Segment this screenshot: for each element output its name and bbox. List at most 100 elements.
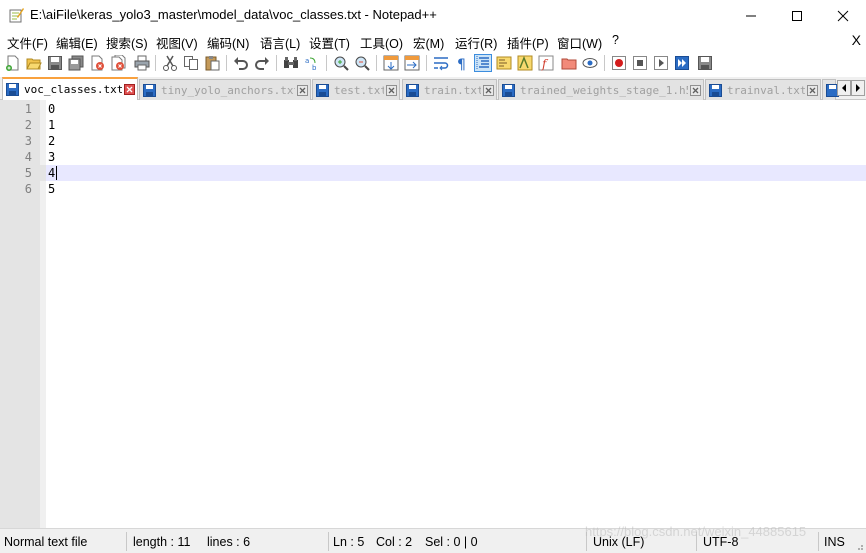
line-text[interactable]: 5 [48,181,55,197]
resize-grip-icon[interactable] [854,541,864,551]
save-button[interactable] [46,54,64,72]
zoom-in-button[interactable] [332,54,350,72]
tab-close-icon[interactable] [807,84,818,96]
minimize-button[interactable] [728,0,774,31]
run-macro-multiple-button[interactable] [673,54,691,72]
status-eol[interactable]: Unix (LF) [593,535,644,549]
save-all-icon [68,55,84,71]
close-window-button[interactable] [820,0,866,31]
document-saved-icon [6,83,19,96]
menu-edit[interactable]: 编辑(E) [56,33,98,52]
notepad-plus-plus-icon [9,8,24,23]
menu-encoding[interactable]: 编码(N) [207,33,249,52]
tab-scroll-left-button[interactable] [837,80,851,96]
tab-voc-classes[interactable]: voc_classes.txt [2,77,138,100]
line-text[interactable]: 0 [48,101,55,117]
svg-text:b: b [312,64,317,71]
zoom-out-button[interactable] [353,54,371,72]
tab-close-icon[interactable] [297,84,308,96]
status-bar: Normal text file length : 11 lines : 6 L… [0,528,866,553]
line-text[interactable]: 1 [48,117,55,133]
paste-button[interactable] [203,54,221,72]
menu-run[interactable]: 运行(R) [455,33,497,52]
line-text[interactable]: 3 [48,149,55,165]
print-button[interactable] [133,54,151,72]
menu-search[interactable]: 搜索(S) [106,33,148,52]
sync-horizontal-button[interactable] [403,54,421,72]
cut-button[interactable] [161,54,179,72]
sync-vertical-button[interactable] [382,54,400,72]
save-all-button[interactable] [67,54,85,72]
editor-line[interactable]: 6 5 [0,181,866,197]
function-list-button[interactable] [516,54,534,72]
tab-label: tiny_yolo_anchors.txt [161,83,295,97]
show-all-chars-button[interactable]: ¶ [453,54,471,72]
current-line[interactable]: 5 4 [0,165,866,181]
tab-train[interactable]: train.txt [402,79,497,100]
menu-plugins[interactable]: 插件(P) [507,33,549,52]
close-all-button[interactable] [109,54,127,72]
save-macro-button[interactable] [696,54,714,72]
toolbar-separator [155,55,156,71]
status-line-position: Ln : 5 [333,535,365,549]
title-bar: E:\aiFile\keras_yolo3_master\model_data\… [0,0,866,31]
find-button[interactable] [282,54,300,72]
maximize-icon [792,10,802,21]
function-list-icon: f [538,55,554,71]
word-wrap-button[interactable] [432,54,450,72]
menu-window[interactable]: 窗口(W) [557,33,602,52]
tab-close-icon[interactable] [690,84,701,96]
menu-file[interactable]: 文件(F) [7,33,48,52]
toolbar-separator [376,55,377,71]
menu-macro[interactable]: 宏(M) [413,33,444,52]
status-insert-mode[interactable]: INS [824,535,845,549]
undo-icon [234,57,248,70]
close-document-button[interactable]: X [852,32,861,48]
menu-settings[interactable]: 设置(T) [309,33,350,52]
print-icon [134,55,150,71]
editor-line[interactable]: 4 3 [0,149,866,165]
tab-scroll-right-button[interactable] [851,80,865,96]
status-separator [126,532,127,551]
editor-line[interactable]: 3 2 [0,133,866,149]
line-text[interactable]: 4 [48,165,55,181]
menu-tools[interactable]: 工具(O) [360,33,403,52]
replace-button[interactable]: ab [303,54,321,72]
folder-workspace-button[interactable] [560,54,578,72]
open-file-button[interactable] [25,54,43,72]
undo-button[interactable] [232,54,250,72]
new-file-button[interactable] [4,54,22,72]
editor-line[interactable]: 1 0 [0,101,866,117]
text-editor[interactable]: 1 0 2 1 3 2 4 3 5 4 6 5 [0,100,866,528]
tab-close-icon[interactable] [483,84,494,96]
document-saved-icon [406,83,419,97]
editor-line[interactable]: 2 1 [0,117,866,133]
tab-overflow[interactable] [822,79,839,100]
stop-macro-icon [633,56,647,70]
indent-guide-button[interactable] [474,54,492,72]
line-text[interactable]: 2 [48,133,55,149]
doc-map-button[interactable] [495,54,513,72]
line-number: 2 [24,118,32,132]
menu-help[interactable]: ? [612,33,619,47]
menu-language[interactable]: 语言(L) [260,33,300,52]
maximize-button[interactable] [774,0,820,31]
copy-button[interactable] [182,54,200,72]
tab-trainval[interactable]: trainval.txt [705,79,821,100]
close-file-button[interactable] [88,54,106,72]
tab-test[interactable]: test.txt [312,79,400,100]
record-macro-button[interactable] [610,54,628,72]
status-encoding[interactable]: UTF-8 [703,535,738,549]
redo-button[interactable] [253,54,271,72]
tab-tiny-yolo-anchors[interactable]: tiny_yolo_anchors.txt [139,79,311,100]
monitoring-button[interactable] [581,54,599,72]
document-saved-icon [709,83,722,97]
play-macro-button[interactable] [652,54,670,72]
tab-close-icon[interactable] [124,84,135,95]
tab-close-icon[interactable] [386,84,397,96]
stop-macro-button[interactable] [631,54,649,72]
tab-trained-weights[interactable]: trained_weights_stage_1.h5 [498,79,704,100]
menu-view[interactable]: 视图(V) [156,33,198,52]
function-list-panel-button[interactable]: f [537,54,555,72]
line-number: 5 [24,166,32,180]
